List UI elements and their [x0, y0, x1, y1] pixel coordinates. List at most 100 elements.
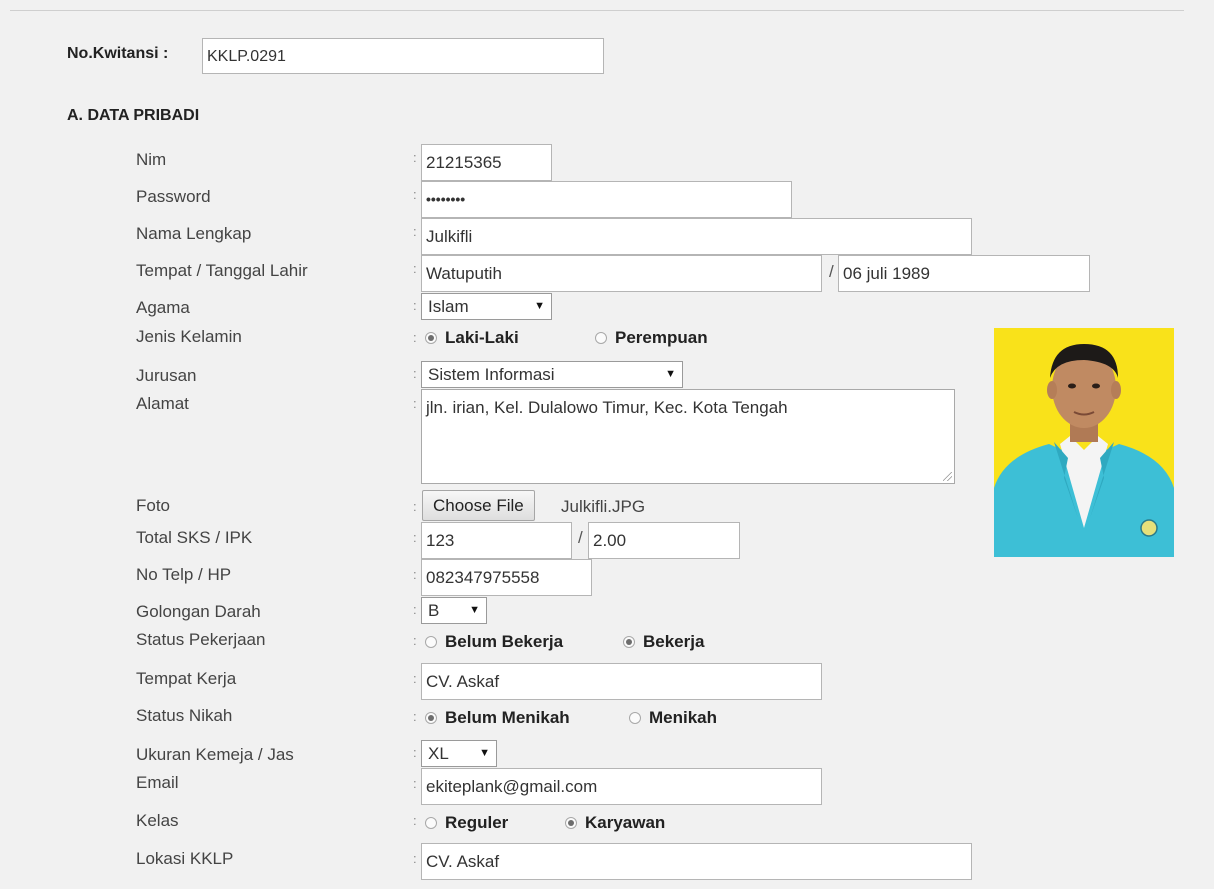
goldar-colon: : — [413, 602, 417, 617]
radio-bekerja[interactable]: Bekerja — [623, 632, 704, 652]
agama-select-value: Islam — [428, 297, 469, 316]
agama-label: Agama — [136, 298, 190, 317]
jurusan-select[interactable]: Sistem Informasi ▼ — [421, 361, 683, 388]
karyawan-label: Karyawan — [585, 813, 666, 832]
telp-input[interactable]: 082347975558 — [421, 559, 592, 596]
kelas-colon: : — [413, 813, 417, 828]
foto-filename: Julkifli.JPG — [561, 497, 646, 516]
password-input[interactable]: •••••••• — [421, 181, 792, 218]
goldar-select-value: B — [428, 601, 440, 620]
radio-laki-laki[interactable]: Laki-Laki — [425, 328, 595, 348]
ukuran-select[interactable]: XL ▼ — [421, 740, 497, 767]
kelas-radio-group: Reguler Karyawan — [425, 813, 665, 833]
golongan-darah-label: Golongan Darah — [136, 602, 261, 621]
sks-input[interactable]: 123 — [421, 522, 572, 559]
laki-laki-label: Laki-Laki — [445, 328, 519, 347]
tempat-kerja-label: Tempat Kerja — [136, 669, 237, 688]
dropdown-arrow-icon: ▼ — [534, 300, 545, 312]
alamat-textarea[interactable]: jln. irian, Kel. Dulalowo Timur, Kec. Ko… — [421, 389, 955, 484]
jurusan-select-value: Sistem Informasi — [428, 365, 555, 384]
jurusan-label: Jurusan — [136, 366, 197, 385]
jenis-kelamin-label: Jenis Kelamin — [136, 327, 242, 346]
dropdown-arrow-icon: ▼ — [665, 368, 676, 380]
sks-colon: : — [413, 530, 417, 545]
dropdown-arrow-icon: ▼ — [479, 747, 490, 759]
choose-file-button[interactable]: Choose File — [422, 490, 535, 521]
ttl-slash: / — [829, 262, 834, 281]
profile-photo — [994, 328, 1174, 557]
ttl-label: Tempat / Tanggal Lahir — [136, 261, 308, 280]
alamat-label: Alamat — [136, 394, 189, 413]
radio-checked-icon[interactable] — [623, 636, 635, 648]
nim-input[interactable]: 21215365 — [421, 144, 552, 181]
radio-karyawan[interactable]: Karyawan — [565, 813, 665, 833]
tempat-kerja-colon: : — [413, 671, 417, 686]
radio-checked-icon[interactable] — [425, 712, 437, 724]
ipk-input[interactable]: 2.00 — [588, 522, 740, 559]
foto-colon: : — [413, 499, 417, 514]
person-portrait-icon — [994, 328, 1174, 557]
radio-icon[interactable] — [425, 817, 437, 829]
nim-label: Nim — [136, 150, 167, 169]
radio-reguler[interactable]: Reguler — [425, 813, 565, 833]
status-nikah-radio-group: Belum Menikah Menikah — [425, 708, 717, 728]
ukuran-label: Ukuran Kemeja / Jas — [136, 745, 294, 764]
radio-perempuan[interactable]: Perempuan — [595, 328, 708, 348]
radio-belum-bekerja[interactable]: Belum Bekerja — [425, 632, 623, 652]
password-colon: : — [413, 187, 417, 202]
nama-lengkap-input[interactable]: Julkifli — [421, 218, 972, 255]
jurusan-colon: : — [413, 366, 417, 381]
email-input[interactable]: ekiteplank@gmail.com — [421, 768, 822, 805]
radio-checked-icon[interactable] — [425, 332, 437, 344]
kwitansi-label: No.Kwitansi : — [67, 45, 169, 62]
radio-icon[interactable] — [425, 636, 437, 648]
menikah-label: Menikah — [649, 708, 718, 727]
nama-lengkap-label: Nama Lengkap — [136, 224, 252, 243]
belum-menikah-label: Belum Menikah — [445, 708, 570, 727]
tempat-kerja-input[interactable]: CV. Askaf — [421, 663, 822, 700]
radio-checked-icon[interactable] — [565, 817, 577, 829]
golongan-darah-select[interactable]: B ▼ — [421, 597, 487, 624]
jk-colon: : — [413, 330, 417, 345]
belum-bekerja-label: Belum Bekerja — [445, 632, 564, 651]
alamat-value: jln. irian, Kel. Dulalowo Timur, Kec. Ko… — [426, 398, 788, 417]
telp-label: No Telp / HP — [136, 565, 232, 584]
radio-icon[interactable] — [595, 332, 607, 344]
kwitansi-input[interactable]: KKLP.0291 — [202, 38, 604, 74]
kelas-label: Kelas — [136, 811, 179, 830]
status-nikah-label: Status Nikah — [136, 706, 233, 725]
alamat-colon: : — [413, 396, 417, 411]
password-label: Password — [136, 187, 211, 206]
email-label: Email — [136, 773, 179, 792]
resize-grip-icon[interactable] — [943, 472, 952, 481]
telp-colon: : — [413, 567, 417, 582]
sks-slash: / — [578, 528, 583, 547]
radio-icon[interactable] — [629, 712, 641, 724]
nikah-colon: : — [413, 709, 417, 724]
tempat-lahir-input[interactable]: Watuputih — [421, 255, 822, 292]
radio-belum-menikah[interactable]: Belum Menikah — [425, 708, 629, 728]
agama-colon: : — [413, 298, 417, 313]
email-colon: : — [413, 776, 417, 791]
lokasi-kklp-label: Lokasi KKLP — [136, 849, 234, 868]
foto-label: Foto — [136, 496, 171, 515]
ttl-colon: : — [413, 261, 417, 276]
radio-menikah[interactable]: Menikah — [629, 708, 717, 728]
lokasi-kklp-input[interactable]: CV. Askaf — [421, 843, 972, 880]
jenis-kelamin-radio-group: Laki-Laki Perempuan — [425, 328, 708, 348]
nama-colon: : — [413, 224, 417, 239]
lokasi-colon: : — [413, 851, 417, 866]
dropdown-arrow-icon: ▼ — [469, 604, 480, 616]
ukuran-colon: : — [413, 745, 417, 760]
section-title: A. DATA PRIBADI — [67, 107, 200, 124]
pekerjaan-colon: : — [413, 633, 417, 648]
bekerja-label: Bekerja — [643, 632, 705, 651]
tanggal-lahir-input[interactable]: 06 juli 1989 — [838, 255, 1090, 292]
status-pekerjaan-label: Status Pekerjaan — [136, 630, 266, 649]
ukuran-select-value: XL — [428, 744, 449, 763]
perempuan-label: Perempuan — [615, 328, 708, 347]
reguler-label: Reguler — [445, 813, 509, 832]
sks-ipk-label: Total SKS / IPK — [136, 528, 253, 547]
nim-colon: : — [413, 150, 417, 165]
agama-select[interactable]: Islam ▼ — [421, 293, 552, 320]
